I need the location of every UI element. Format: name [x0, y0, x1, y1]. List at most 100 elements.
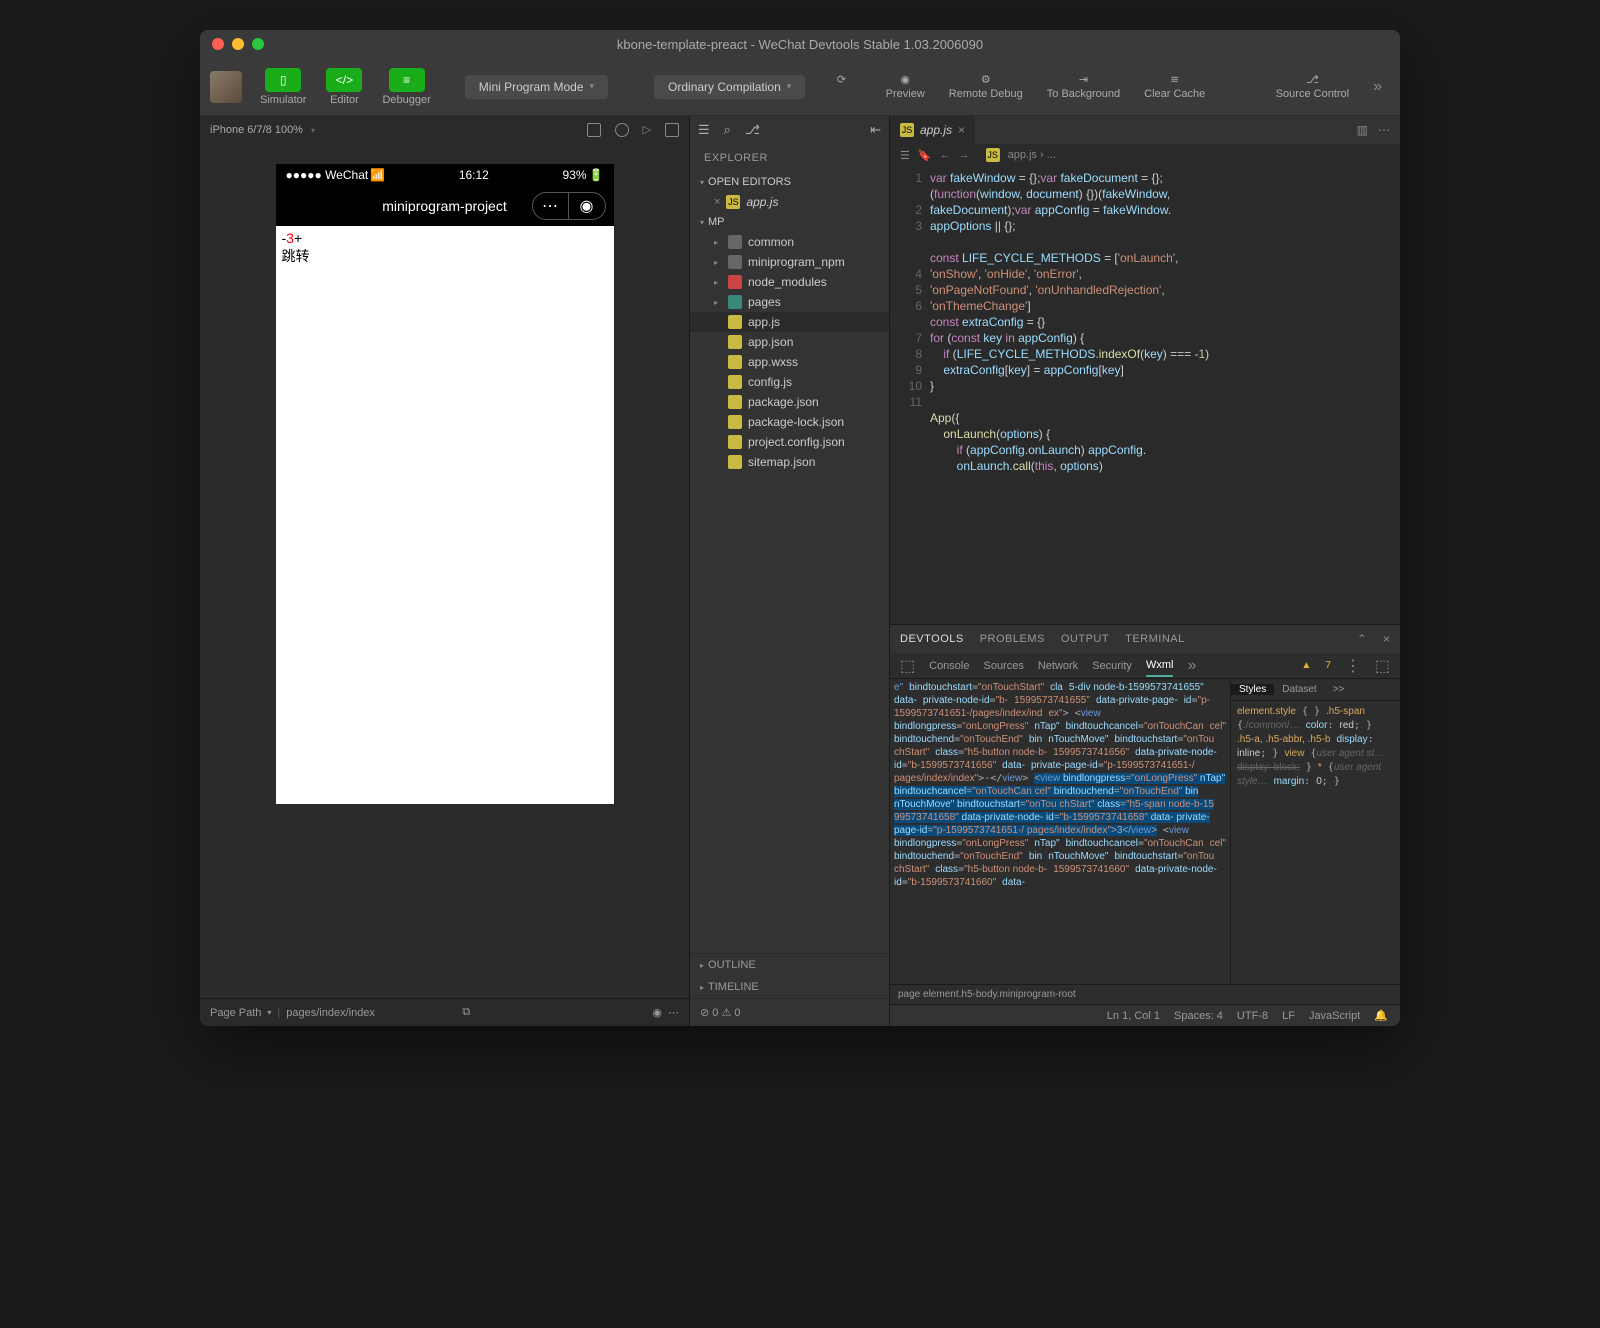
remote-icon: ⚙ — [981, 73, 991, 86]
search-icon[interactable]: ⌕ — [724, 122, 731, 138]
explorer-status: ⊘ 0 ⚠ 0 — [690, 998, 889, 1026]
close-icon[interactable]: × — [1383, 632, 1390, 646]
more-icon[interactable]: ⋯ — [668, 1006, 679, 1019]
file-icon — [728, 335, 742, 349]
close-icon[interactable]: ◉ — [569, 193, 605, 219]
styles-tabs: Styles Dataset >> — [1231, 679, 1400, 701]
eye-icon[interactable]: ◉ — [652, 1006, 662, 1019]
cursor-position[interactable]: Ln 1, Col 1 — [1107, 1010, 1160, 1022]
tree-item-app-js[interactable]: app.js — [690, 312, 889, 332]
tree-item-node_modules[interactable]: ▸node_modules — [690, 272, 889, 292]
editor-button[interactable]: </> Editor — [320, 68, 368, 106]
menu-icon[interactable]: ⋯ — [533, 193, 569, 219]
screenshot-icon[interactable] — [665, 123, 679, 137]
navigate-link[interactable]: 跳转 — [282, 246, 608, 266]
device-selector[interactable]: iPhone 6/7/8 100% — [210, 124, 303, 136]
project-root[interactable]: MP — [690, 212, 889, 232]
tree-item-miniprogram_npm[interactable]: ▸miniprogram_npm — [690, 252, 889, 272]
file-icon — [728, 435, 742, 449]
rotate-icon[interactable] — [587, 123, 601, 137]
page-path-input[interactable] — [286, 1007, 456, 1019]
editor-panel: JS app.js × ▥ ⋯ ☰ 🔖 ← → JS app.js › ... — [890, 116, 1400, 1026]
back-icon[interactable]: ← — [940, 149, 951, 161]
bell-icon[interactable]: 🔔 — [1374, 1009, 1388, 1022]
simulator-button[interactable]: ▯ Simulator — [254, 68, 312, 106]
minimize-icon[interactable] — [232, 38, 244, 50]
tree-item-sitemap-json[interactable]: sitemap.json — [690, 452, 889, 472]
inspect-icon[interactable]: ⬚ — [900, 656, 915, 676]
tree-item-app-json[interactable]: app.json — [690, 332, 889, 352]
file-icon — [728, 455, 742, 469]
sub-wxml[interactable]: Wxml — [1146, 659, 1174, 677]
settings-icon[interactable]: ⋮ — [1345, 656, 1361, 676]
more-icon[interactable]: » — [1365, 78, 1390, 96]
timeline-section[interactable]: TIMELINE — [690, 976, 889, 998]
warn-icon[interactable]: ▲ — [1301, 660, 1311, 671]
tree-item-app-wxss[interactable]: app.wxss — [690, 352, 889, 372]
open-editors-section[interactable]: OPEN EDITORS — [690, 172, 889, 192]
tree-item-project-config-json[interactable]: project.config.json — [690, 432, 889, 452]
phone-content[interactable]: -3+ 跳转 — [276, 226, 614, 804]
code-content[interactable]: var fakeWindow = {};var fakeDocument = {… — [930, 166, 1400, 624]
close-icon[interactable]: × — [958, 123, 965, 137]
record-icon[interactable] — [615, 123, 629, 137]
more-icon[interactable]: ⋯ — [1378, 123, 1390, 137]
styles-body[interactable]: element.style { } .h5-span {./common/… c… — [1231, 701, 1400, 984]
sub-console[interactable]: Console — [929, 660, 969, 672]
compilation-dropdown[interactable]: Ordinary Compilation — [654, 75, 805, 99]
sub-security[interactable]: Security — [1092, 660, 1132, 672]
clear-cache-button[interactable]: ≋ Clear Cache — [1136, 73, 1213, 100]
menu-icon[interactable]: ☰ — [900, 149, 910, 162]
tab-terminal[interactable]: TERMINAL — [1125, 633, 1185, 645]
sub-network[interactable]: Network — [1038, 660, 1078, 672]
tree-item-config-js[interactable]: config.js — [690, 372, 889, 392]
encoding-label[interactable]: UTF-8 — [1237, 1010, 1268, 1022]
tree-item-pages[interactable]: ▸pages — [690, 292, 889, 312]
compile-button[interactable]: ⟳ Compile — [813, 73, 869, 100]
dock-icon[interactable]: ⬚ — [1375, 656, 1390, 676]
list-icon[interactable]: ☰ — [698, 122, 710, 138]
mode-dropdown[interactable]: Mini Program Mode — [465, 75, 608, 99]
tree-item-package-json[interactable]: package.json — [690, 392, 889, 412]
language-label[interactable]: JavaScript — [1309, 1010, 1360, 1022]
zoom-icon[interactable] — [252, 38, 264, 50]
wxml-tree[interactable]: e" bindtouchstart="onTouchStart" cla 5-d… — [890, 679, 1230, 984]
eol-label[interactable]: LF — [1282, 1010, 1295, 1022]
outline-section[interactable]: OUTLINE — [690, 954, 889, 976]
tree-item-package-lock-json[interactable]: package-lock.json — [690, 412, 889, 432]
carrier-label: ●●●●● WeChat — [286, 168, 369, 182]
code-editor[interactable]: 1234567891011 var fakeWindow = {};var fa… — [890, 166, 1400, 624]
source-control-button[interactable]: ⎇ Source Control — [1268, 73, 1357, 100]
tab-output[interactable]: OUTPUT — [1061, 633, 1109, 645]
tab-devtools[interactable]: DEVTOOLS — [900, 633, 964, 645]
tab-problems[interactable]: PROBLEMS — [980, 633, 1045, 645]
debugger-button[interactable]: ≡ Debugger — [376, 68, 436, 106]
branch-icon[interactable]: ⎇ — [745, 122, 760, 138]
preview-button[interactable]: ◉ Preview — [878, 73, 933, 100]
more-icon[interactable]: » — [1187, 657, 1196, 675]
styles-tab[interactable]: Styles — [1231, 684, 1274, 695]
bookmark-icon[interactable]: 🔖 — [918, 149, 932, 162]
more-tab[interactable]: >> — [1325, 684, 1353, 695]
avatar[interactable] — [210, 71, 242, 103]
chevron-up-icon[interactable]: ⌃ — [1357, 632, 1367, 646]
plus-button[interactable]: + — [294, 230, 302, 246]
dataset-tab[interactable]: Dataset — [1274, 684, 1324, 695]
capsule[interactable]: ⋯ ◉ — [532, 192, 606, 220]
problems-count[interactable]: ⊘ 0 ⚠ 0 — [700, 1006, 740, 1019]
close-icon[interactable]: × — [714, 196, 720, 208]
element-path[interactable]: page element.h5-body.miniprogram-root — [898, 989, 1076, 1000]
close-icon[interactable] — [212, 38, 224, 50]
collapse-icon[interactable]: ⇤ — [870, 122, 881, 138]
mute-icon[interactable]: ▷ — [643, 123, 651, 137]
tree-item-common[interactable]: ▸common — [690, 232, 889, 252]
forward-icon[interactable]: → — [959, 149, 970, 161]
tab-appjs[interactable]: JS app.js × — [890, 116, 975, 144]
remote-debug-button[interactable]: ⚙ Remote Debug — [941, 73, 1031, 100]
sub-sources[interactable]: Sources — [983, 660, 1023, 672]
copy-icon[interactable]: ⧉ — [462, 1006, 470, 1019]
split-icon[interactable]: ▥ — [1357, 123, 1368, 137]
open-editor-file[interactable]: × JS app.js — [690, 192, 889, 212]
indent-label[interactable]: Spaces: 4 — [1174, 1010, 1223, 1022]
background-button[interactable]: ⇥ To Background — [1039, 73, 1128, 100]
